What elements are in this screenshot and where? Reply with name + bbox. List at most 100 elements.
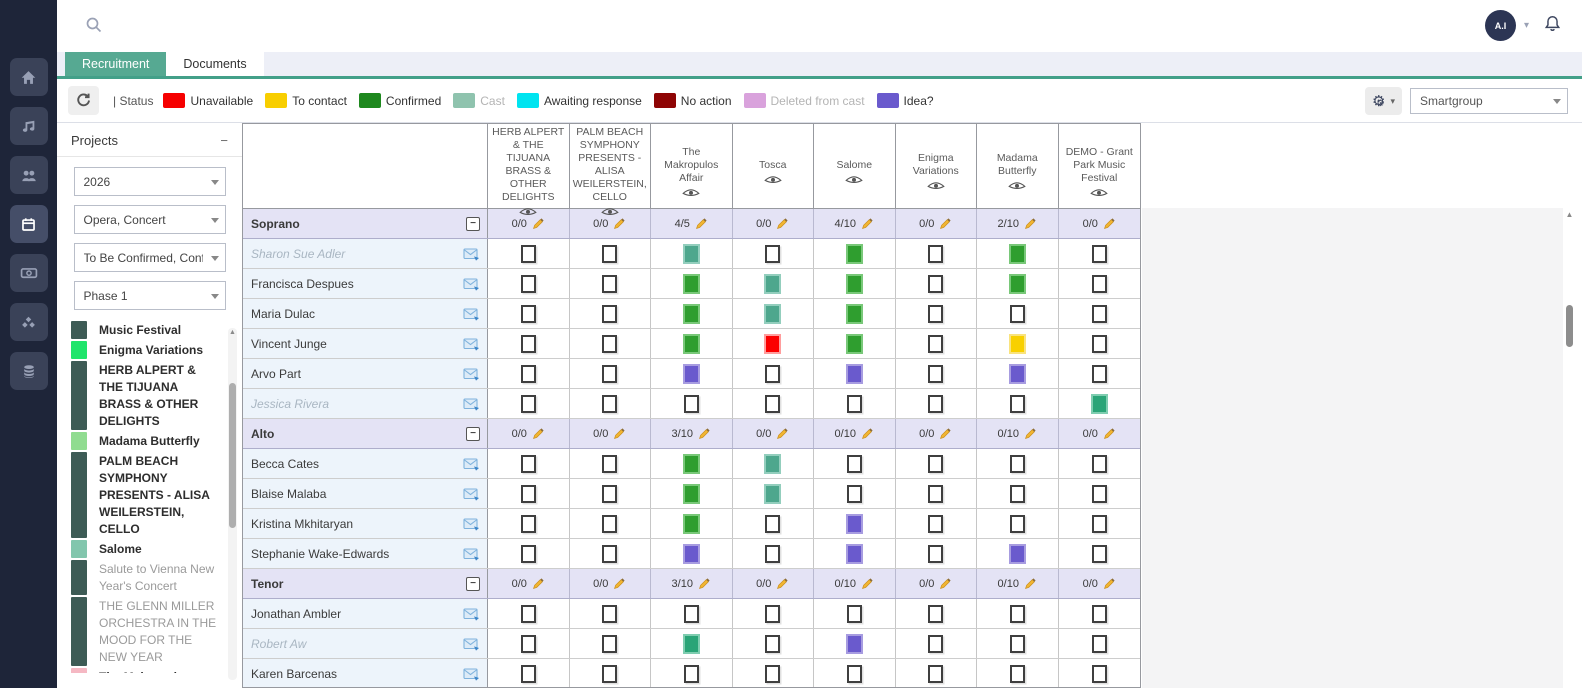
eye-icon[interactable] <box>1008 181 1026 192</box>
status-checkbox[interactable] <box>1092 245 1107 263</box>
collapse-group-icon[interactable]: − <box>466 577 480 591</box>
status-checkbox[interactable] <box>847 485 862 503</box>
project-list-item[interactable]: HERB ALPERT & THE TIJUANA BRASS & OTHER … <box>71 361 242 430</box>
status-checkbox[interactable] <box>602 395 617 413</box>
status-square-confirmed[interactable] <box>1009 244 1026 264</box>
edit-pencil-icon[interactable] <box>1103 217 1116 230</box>
status-checkbox[interactable] <box>1092 545 1107 563</box>
status-checkbox[interactable] <box>602 485 617 503</box>
status-checkbox[interactable] <box>847 395 862 413</box>
status-square-confirmed[interactable] <box>846 334 863 354</box>
status-square-confirmed[interactable] <box>1009 274 1026 294</box>
eye-icon[interactable] <box>927 181 945 192</box>
status-square-emerald[interactable] <box>1091 394 1108 414</box>
project-list-item[interactable]: THE GLENN MILLER ORCHESTRA IN THE MOOD F… <box>71 597 242 666</box>
tab-recruitment[interactable]: Recruitment <box>65 52 166 76</box>
status-checkbox[interactable] <box>602 635 617 653</box>
status-checkbox[interactable] <box>1010 305 1025 323</box>
edit-pencil-icon[interactable] <box>698 577 711 590</box>
status-checkbox[interactable] <box>602 515 617 533</box>
collapse-group-icon[interactable]: − <box>466 217 480 231</box>
project-filter-select-0[interactable]: 2026 <box>74 167 226 196</box>
grid-scroll-thumb[interactable] <box>1566 305 1573 347</box>
edit-pencil-icon[interactable] <box>939 577 952 590</box>
status-checkbox[interactable] <box>1010 635 1025 653</box>
sidebar-item-banknote[interactable] <box>10 254 48 292</box>
status-square-idea[interactable] <box>846 364 863 384</box>
edit-pencil-icon[interactable] <box>1024 427 1037 440</box>
edit-pencil-icon[interactable] <box>532 427 545 440</box>
project-list-item[interactable]: Salute to Vienna New Year's Concert <box>71 560 242 595</box>
status-checkbox[interactable] <box>928 605 943 623</box>
status-square-idea[interactable] <box>846 544 863 564</box>
status-checkbox[interactable] <box>521 545 536 563</box>
status-square-idea[interactable] <box>683 544 700 564</box>
collapse-group-icon[interactable]: − <box>466 427 480 441</box>
status-checkbox[interactable] <box>928 545 943 563</box>
edit-pencil-icon[interactable] <box>939 217 952 230</box>
status-checkbox[interactable] <box>521 395 536 413</box>
envelope-icon[interactable] <box>463 457 480 471</box>
sidebar-item-home[interactable] <box>10 58 48 96</box>
avatar[interactable]: A.I <box>1485 10 1516 41</box>
project-filter-select-1[interactable]: Opera, Concert <box>74 205 226 234</box>
eye-icon[interactable] <box>682 188 700 199</box>
edit-pencil-icon[interactable] <box>1103 427 1116 440</box>
status-checkbox[interactable] <box>928 245 943 263</box>
status-square-tocontact[interactable] <box>1009 334 1026 354</box>
scroll-up-icon[interactable]: ▲ <box>1564 210 1575 219</box>
status-checkbox[interactable] <box>684 665 699 683</box>
status-checkbox[interactable] <box>602 305 617 323</box>
edit-pencil-icon[interactable] <box>698 427 711 440</box>
grid-column-header[interactable]: Tosca <box>733 124 815 220</box>
status-checkbox[interactable] <box>928 515 943 533</box>
status-square-confirmed[interactable] <box>683 274 700 294</box>
status-square-confirmed[interactable] <box>683 304 700 324</box>
envelope-icon[interactable] <box>463 607 480 621</box>
edit-pencil-icon[interactable] <box>613 217 626 230</box>
projects-collapse-button[interactable]: − <box>220 133 228 148</box>
project-filter-select-2[interactable]: To Be Confirmed, Confirm <box>74 243 226 272</box>
status-checkbox[interactable] <box>684 605 699 623</box>
edit-pencil-icon[interactable] <box>861 427 874 440</box>
status-square-idea[interactable] <box>1009 364 1026 384</box>
sidebar-item-calendar[interactable] <box>10 205 48 243</box>
status-square-idea[interactable] <box>846 634 863 654</box>
singer-name-cell[interactable]: Jessica Rivera <box>243 389 488 418</box>
status-checkbox[interactable] <box>521 605 536 623</box>
status-checkbox[interactable] <box>1092 365 1107 383</box>
project-list-item[interactable]: Salome <box>71 540 242 558</box>
status-square-cast[interactable] <box>764 274 781 294</box>
status-checkbox[interactable] <box>1010 455 1025 473</box>
status-checkbox[interactable] <box>928 455 943 473</box>
status-checkbox[interactable] <box>521 485 536 503</box>
status-checkbox[interactable] <box>602 365 617 383</box>
status-checkbox[interactable] <box>1010 665 1025 683</box>
status-checkbox[interactable] <box>602 275 617 293</box>
status-square-cast[interactable] <box>764 304 781 324</box>
status-checkbox[interactable] <box>765 245 780 263</box>
refresh-button[interactable] <box>68 86 99 115</box>
status-checkbox[interactable] <box>928 665 943 683</box>
status-checkbox[interactable] <box>1092 515 1107 533</box>
edit-pencil-icon[interactable] <box>861 217 874 230</box>
envelope-icon[interactable] <box>463 637 480 651</box>
smartgroup-select[interactable]: Smartgroup <box>1410 88 1568 114</box>
status-checkbox[interactable] <box>847 455 862 473</box>
envelope-icon[interactable] <box>463 667 480 681</box>
status-checkbox[interactable] <box>928 485 943 503</box>
singer-name-cell[interactable]: Kristina Mkhitaryan <box>243 509 488 538</box>
grid-column-header[interactable]: DEMO - Grant Park Music Festival <box>1059 124 1141 220</box>
singer-name-cell[interactable]: Vincent Junge <box>243 329 488 358</box>
status-checkbox[interactable] <box>1010 515 1025 533</box>
sidebar-item-database[interactable] <box>10 352 48 390</box>
edit-pencil-icon[interactable] <box>776 577 789 590</box>
envelope-icon[interactable] <box>463 277 480 291</box>
grid-column-header[interactable]: Madama Butterfly <box>977 124 1059 220</box>
notifications-bell-icon[interactable] <box>1543 14 1562 38</box>
edit-pencil-icon[interactable] <box>613 427 626 440</box>
status-square-unavailable[interactable] <box>764 334 781 354</box>
edit-pencil-icon[interactable] <box>939 427 952 440</box>
status-square-confirmed[interactable] <box>846 244 863 264</box>
status-checkbox[interactable] <box>765 515 780 533</box>
